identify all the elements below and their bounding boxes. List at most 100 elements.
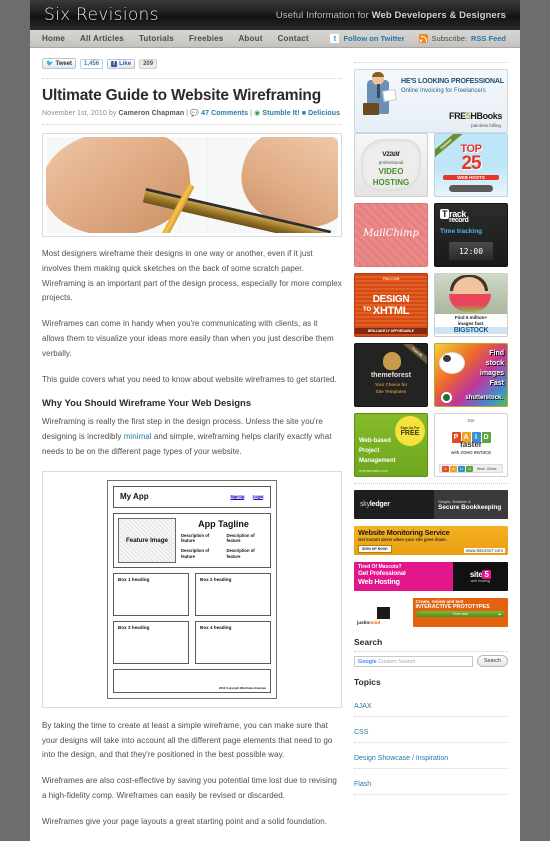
post-paragraph-1: Most designers wireframe their designs i… — [42, 249, 342, 303]
ad-freshbooks-line1: HE'S LOOKING PROFESSIONAL — [401, 78, 504, 85]
topic-link-ajax[interactable]: AJAX — [354, 703, 372, 710]
ad-site5-hosting[interactable]: Tired Of Mascots? Get Professional Web H… — [354, 562, 508, 591]
ad-themeforest-ribbon: From $5 — [399, 344, 427, 368]
sidebar-top-divider — [354, 62, 508, 63]
nav-item-tutorials[interactable]: Tutorials — [139, 34, 174, 43]
ad-trackrecord-record: record — [449, 217, 469, 224]
ad-zoho-invoice[interactable]: Get PAID faster with ZOHO INVOICE Zoho W… — [434, 413, 508, 477]
facebook-like-button[interactable]: f Like — [107, 58, 136, 69]
ad-dx-bottom: BRILLIANTLY AFFORDABLE — [355, 328, 427, 334]
ad-site5-brand: site 5 — [470, 570, 491, 579]
ad-monitoring-button-label: SIGN UP NOW! — [362, 547, 388, 551]
ad-dx-xhtml: XHTML — [372, 305, 410, 317]
ad-myintervals[interactable]: Sign Up For FREE Web-based Project Manag… — [354, 413, 428, 477]
facebook-icon: f — [111, 60, 118, 67]
leaf-shape — [383, 352, 401, 370]
post-author[interactable]: Cameron Chapman — [119, 110, 185, 117]
illustration-hair — [372, 72, 384, 77]
ad-monitoring-sub: Get instant alerts when your site goes d… — [358, 537, 447, 542]
tagline-lead: Useful Information for — [275, 9, 372, 21]
site-logo[interactable]: Six Revisions — [44, 5, 159, 25]
ad-site5-copy: Tired Of Mascots? Get Professional Web H… — [354, 562, 453, 591]
skateboard-shape — [449, 185, 493, 192]
wireframe-signup-link[interactable]: Sign Up — [229, 494, 246, 499]
wireframe-feature-2: Description of feature — [226, 532, 255, 544]
share-divider — [42, 78, 342, 79]
google-wordmark: Google — [358, 658, 377, 665]
list-item: CSS — [354, 717, 508, 743]
brand-part-a: FRE — [448, 111, 466, 121]
ad-divider — [354, 483, 508, 484]
ad-dx-design: DESIGN — [372, 294, 410, 305]
wireframe-feature-1: Description of feature — [181, 532, 210, 544]
like-label: Like — [119, 60, 132, 67]
brand-b: mind — [369, 620, 381, 625]
search-button[interactable]: Search — [476, 655, 508, 667]
post-date: November 1st, 2010 — [42, 110, 107, 117]
search-input[interactable]: Google Custom Search — [354, 655, 473, 667]
topic-link-css[interactable]: CSS — [354, 729, 368, 736]
ad-skyledger[interactable]: skyledger Simple, Reliable & Secure Book… — [354, 490, 508, 519]
follow-on-twitter-link[interactable]: t Follow on Twitter — [330, 34, 405, 43]
ad-mailchimp[interactable]: MailChimp — [354, 203, 428, 267]
stumbleupon-icon: ◉ — [254, 110, 261, 117]
ad-website-monitoring[interactable]: Website Monitoring Service Get instant a… — [354, 526, 508, 555]
ad-monitoring-title: Website Monitoring Service — [358, 528, 450, 537]
ad-themeforest-sub1: Your Choice for — [374, 382, 408, 387]
wireframe-box-4: Box 4 heading — [195, 620, 271, 664]
twitter-label: Follow on Twitter — [343, 34, 405, 43]
ad-justinmind-brand: justinmind — [357, 620, 380, 625]
post-after-paragraph-2: Wireframes are also cost-effective by sa… — [42, 776, 337, 800]
illustration-briefcase — [363, 103, 379, 115]
ad-freshbooks-brand: FRE5HBooks — [449, 111, 502, 121]
wireframe-copyright: 2010 Copyright Wireframe Example — [219, 685, 266, 690]
topic-link-design-showcase[interactable]: Design Showcase / Inspiration — [354, 755, 448, 762]
ad-shutterstock[interactable]: Find stock images Fast shutterstock. — [434, 343, 508, 407]
wireframe-feature-image: Feature Image — [118, 517, 176, 563]
search-divider — [354, 651, 508, 652]
delicious-link[interactable]: Delicious — [308, 110, 340, 117]
nav-item-home[interactable]: Home — [42, 34, 65, 43]
nav-item-about[interactable]: About — [238, 34, 262, 43]
nav-item-freebies[interactable]: Freebies — [189, 34, 224, 43]
stumble-link[interactable]: Stumble It! — [262, 110, 299, 117]
site-masthead: Six Revisions Useful Information for Web… — [30, 0, 520, 30]
post-after-paragraph-3: Wireframes give your page layouts a grea… — [42, 816, 328, 826]
ad-monitoring-button[interactable]: SIGN UP NOW! — [358, 545, 392, 553]
ad-intervals-l2: Project — [359, 448, 380, 454]
ad-shutterstock-w1: Find — [489, 350, 504, 357]
ad-justinmind-cta[interactable]: Free trial — [415, 611, 505, 617]
nav-item-all-articles[interactable]: All Articles — [80, 34, 124, 43]
ad-trackrecord-clock: 12:00 — [458, 246, 484, 256]
zoho-sq-1: Z — [442, 465, 449, 472]
page-title: Ultimate Guide to Website Wireframing — [42, 87, 321, 104]
minimal-link[interactable]: minimal — [124, 432, 152, 441]
ad-zoho-faster: faster — [460, 440, 482, 449]
rss-subscribe-link[interactable]: Subscribe: RSS Feed — [418, 34, 506, 44]
ad-freshbooks[interactable]: HE'S LOOKING PROFESSIONAL Online Invoici… — [354, 69, 508, 133]
wireframe-box-1: Box 1 heading — [113, 572, 189, 616]
wireframe-login-link[interactable]: Login — [252, 494, 264, 499]
ad-vzaar-brand: vzaar — [382, 149, 400, 158]
ad-design-to-xhtml[interactable]: PSD.COM DESIGN TO XHTML BRILLIANTLY AFFO… — [354, 273, 428, 337]
ad-bigstock[interactable]: Find 5 million+ images fast. BIGSTOCK — [434, 273, 508, 337]
ad-bigstock-brand: BIGSTOCK — [435, 327, 507, 334]
ad-trackrecord[interactable]: Track record Time tracking 12:00 — [434, 203, 508, 267]
page-container: Six Revisions Useful Information for Web… — [30, 0, 520, 841]
ad-themeforest-brand: themeforest — [370, 372, 412, 379]
ad-themeforest[interactable]: From $5 themeforest Your Choice for Site… — [354, 343, 428, 407]
wireframe-feature-4: Description of feature — [226, 548, 255, 559]
tweet-button[interactable]: 🐦 Tweet — [42, 58, 77, 69]
ad-intervals-l1: Web-based — [359, 438, 391, 444]
nav-item-contact[interactable]: Contact — [278, 34, 309, 43]
post-by-label: by — [108, 110, 117, 117]
ad-justinmind[interactable]: justinmind Create, review and test INTER… — [354, 598, 508, 627]
comments-link[interactable]: 47 Comments — [201, 110, 248, 117]
ad-themeforest-sub2: Site Templates — [375, 389, 407, 394]
brand-number: 5 — [482, 570, 491, 579]
wireframe-header: My App Sign Up Login — [113, 485, 271, 508]
twitter-icon: t — [330, 34, 340, 43]
ad-vzaar[interactable]: vzaar professional VIDEO HOSTING — [354, 133, 428, 197]
topic-link-flash[interactable]: Flash — [354, 781, 371, 788]
ad-top25-webhosts[interactable]: Updated TOP 25 WEB HOSTS — [434, 133, 508, 197]
